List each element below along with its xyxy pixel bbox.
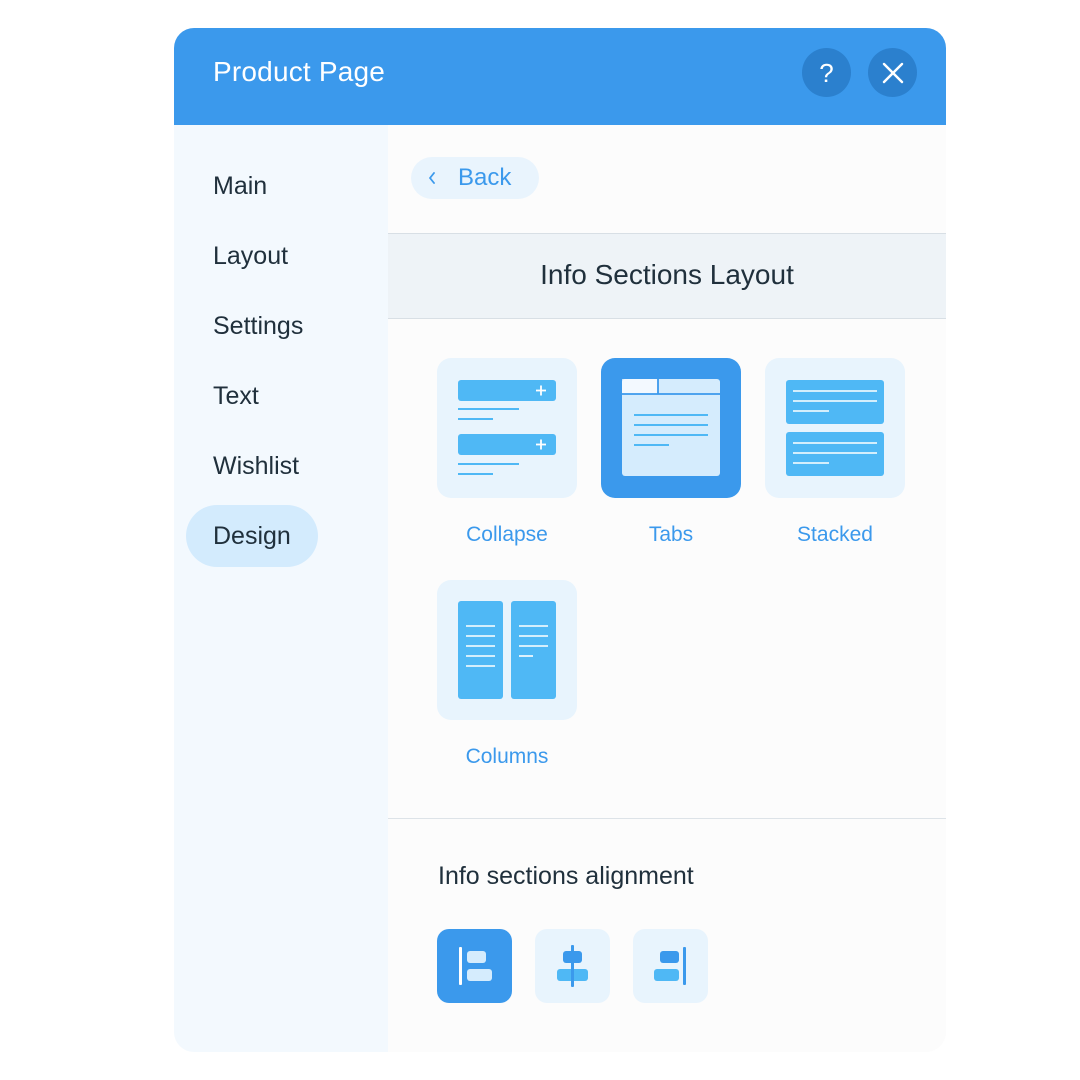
section-header: Info Sections Layout — [388, 233, 946, 319]
layout-option-columns-label: Columns — [465, 745, 549, 768]
chevron-left-icon — [428, 172, 436, 184]
layout-option-collapse-label: Collapse — [466, 523, 548, 546]
help-button[interactable]: ? — [802, 48, 851, 97]
content-area: Back Info Sections Layout Collapse Tabs … — [388, 125, 946, 1052]
section-divider — [388, 818, 946, 819]
layout-option-stacked[interactable] — [765, 358, 905, 498]
layout-option-stacked-label: Stacked — [797, 523, 873, 546]
sidebar-item-main[interactable]: Main — [186, 155, 294, 217]
sidebar-item-design[interactable]: Design — [186, 505, 318, 567]
layout-option-collapse[interactable] — [437, 358, 577, 498]
columns-layout-icon — [458, 601, 556, 699]
layout-option-columns[interactable] — [437, 580, 577, 720]
product-page-panel: Product Page ? Main Layout Settings Text… — [174, 28, 946, 1052]
sidebar-nav: Main Layout Settings Text Wishlist Desig… — [174, 125, 388, 1052]
align-right-button[interactable] — [633, 929, 708, 1003]
back-button[interactable]: Back — [411, 157, 539, 199]
section-title: Info Sections Layout — [540, 259, 794, 290]
tabs-layout-icon — [622, 379, 720, 476]
layout-option-tabs-label: Tabs — [648, 523, 694, 546]
align-left-button[interactable] — [437, 929, 512, 1003]
align-center-icon — [557, 945, 588, 987]
back-label: Back — [458, 164, 512, 191]
close-icon — [882, 62, 903, 83]
layout-option-tabs[interactable] — [601, 358, 741, 498]
sidebar-item-text[interactable]: Text — [186, 365, 286, 427]
collapse-layout-icon — [458, 380, 556, 475]
align-left-icon — [459, 947, 492, 985]
alignment-title: Info sections alignment — [438, 862, 694, 890]
align-center-button[interactable] — [535, 929, 610, 1003]
sidebar-item-wishlist[interactable]: Wishlist — [186, 435, 326, 497]
panel-header: Product Page ? — [174, 28, 946, 125]
align-right-icon — [654, 947, 686, 985]
close-button[interactable] — [868, 48, 917, 97]
question-mark-icon: ? — [819, 57, 834, 88]
sidebar-item-settings[interactable]: Settings — [186, 295, 330, 357]
panel-title: Product Page — [213, 56, 386, 87]
sidebar-item-layout[interactable]: Layout — [186, 225, 315, 287]
stacked-layout-icon — [786, 380, 884, 476]
